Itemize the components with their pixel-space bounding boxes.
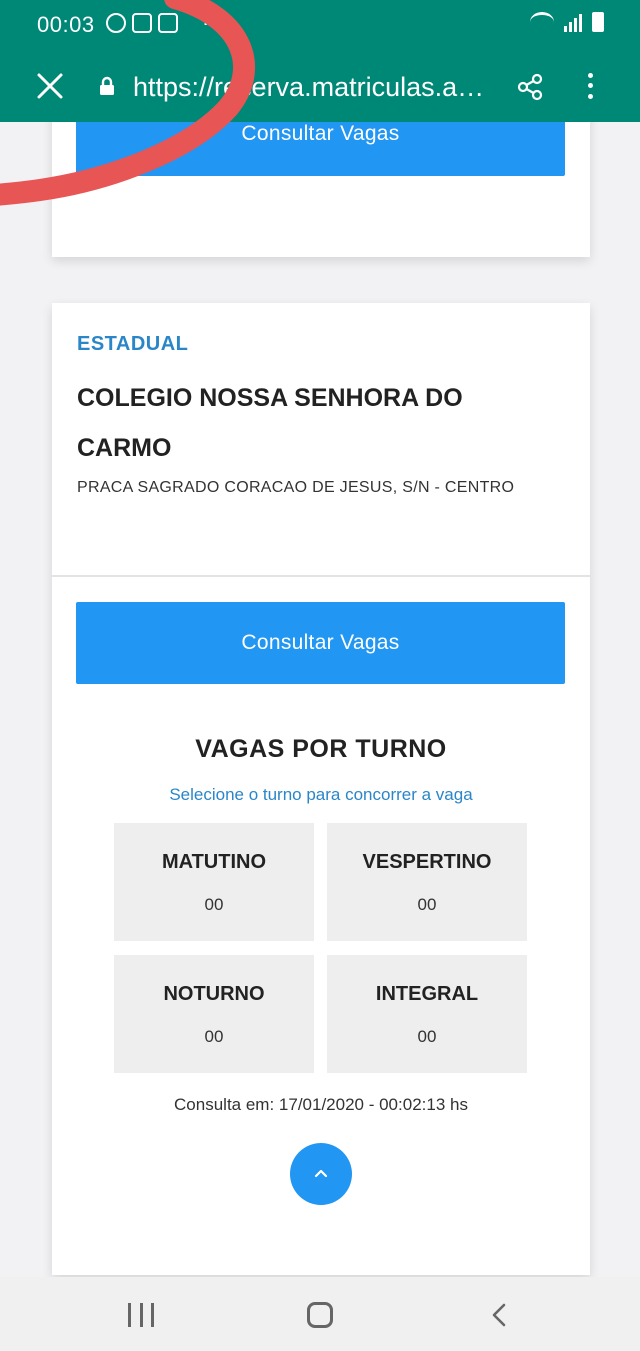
school-name: COLEGIO NOSSA SENHORA DO CARMO: [77, 384, 463, 462]
status-right-icons: [530, 12, 604, 32]
battery-icon: [592, 12, 604, 32]
gmail-icon: [158, 13, 178, 33]
share-icon[interactable]: [515, 72, 545, 102]
shift-integral[interactable]: INTEGRAL 00: [327, 955, 527, 1073]
vagas-title: VAGAS POR TURNO: [195, 735, 447, 763]
browser-header: 00:03 ·· https://reserva.matriculas.am..…: [0, 0, 640, 122]
lock-icon: [100, 76, 114, 95]
shift-count: 00: [204, 895, 224, 914]
home-icon[interactable]: [307, 1302, 333, 1328]
close-icon[interactable]: [34, 70, 66, 102]
school-card: ESTADUAL COLEGIO NOSSA SENHORA DO CARMO …: [52, 303, 590, 1275]
back-icon[interactable]: [486, 1301, 514, 1329]
school-card-previous: Consultar Vagas: [52, 92, 590, 257]
shift-noturno[interactable]: NOTURNO 00: [114, 955, 314, 1073]
shift-name: VESPERTINO: [362, 851, 492, 873]
school-address: PRACA SAGRADO CORACAO DE JESUS, S/N - CE…: [77, 479, 515, 496]
shift-name: INTEGRAL: [375, 983, 479, 1005]
scroll-top-button[interactable]: [290, 1143, 352, 1205]
status-bar: 00:03 ··: [0, 0, 640, 50]
consulta-timestamp: Consulta em: 17/01/2020 - 00:02:13 hs: [174, 1095, 468, 1114]
consultar-vagas-button[interactable]: Consultar Vagas: [76, 602, 565, 684]
vagas-subtitle: Selecione o turno para concorrer a vaga: [169, 785, 473, 804]
more-notifications-indicator: ··: [202, 10, 217, 35]
more-vert-icon[interactable]: [578, 70, 602, 102]
wifi-icon: [530, 12, 554, 32]
whatsapp-icon: [106, 13, 126, 33]
chevron-up-icon: [314, 1169, 328, 1178]
notification-icons: [106, 13, 178, 33]
status-time: 00:03: [37, 12, 95, 37]
system-nav-bar: [0, 1277, 640, 1351]
shift-matutino[interactable]: MATUTINO 00: [114, 823, 314, 941]
url-text[interactable]: https://reserva.matriculas.am....: [133, 72, 503, 103]
divider: [52, 575, 590, 577]
shift-vespertino[interactable]: VESPERTINO 00: [327, 823, 527, 941]
recent-apps-icon[interactable]: [128, 1303, 154, 1327]
signal-icon: [564, 12, 582, 32]
gmail-icon: [132, 13, 152, 33]
shift-count: 00: [417, 895, 437, 914]
shift-count: 00: [417, 1027, 437, 1046]
school-type: ESTADUAL: [77, 333, 189, 355]
url-bar: https://reserva.matriculas.am....: [0, 58, 640, 118]
shift-count: 00: [204, 1027, 224, 1046]
shift-name: NOTURNO: [163, 983, 265, 1005]
shift-name: MATUTINO: [161, 851, 267, 873]
